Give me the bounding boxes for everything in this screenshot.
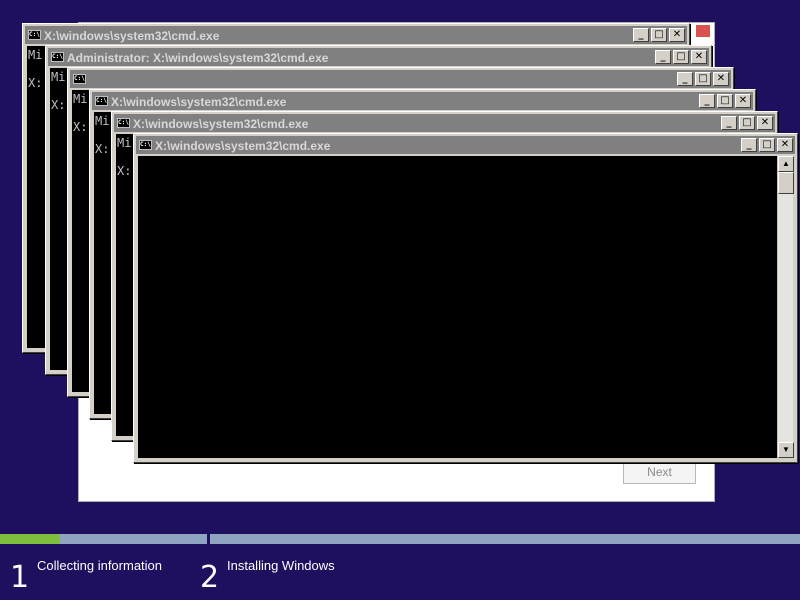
titlebar[interactable]: C:\ X:\windows\system32\cmd.exe _ □ ✕ (136, 136, 795, 154)
scroll-down-icon[interactable]: ▼ (778, 442, 794, 458)
maximize-button[interactable]: □ (651, 28, 667, 42)
titlebar[interactable]: C:\ _ □ ✕ (70, 70, 731, 88)
setup-close-button[interactable] (696, 25, 710, 37)
window-title: X:\windows\system32\cmd.exe (155, 138, 331, 153)
next-button[interactable]: Next (623, 461, 696, 484)
minimize-button[interactable]: _ (633, 28, 649, 42)
titlebar[interactable]: C:\ Administrator: X:\windows\system32\cm… (48, 48, 709, 66)
step-1-number: 1 (10, 560, 30, 595)
titlebar[interactable]: C:\ X:\windows\system32\cmd.exe _ □ ✕ (92, 92, 753, 110)
vertical-scrollbar[interactable]: ▲ ▼ (777, 156, 794, 458)
progress-fill (0, 534, 61, 544)
progress-segment-2 (210, 534, 800, 544)
close-button[interactable]: ✕ (669, 28, 685, 42)
scroll-thumb[interactable] (778, 172, 794, 194)
cmd-icon: C:\ (73, 73, 86, 84)
window-title: X:\windows\system32\cmd.exe (111, 94, 287, 109)
cmd-icon: C:\ (117, 117, 130, 128)
setup-progress (0, 534, 800, 544)
titlebar[interactable]: C:\ X:\windows\system32\cmd.exe _ □ ✕ (114, 114, 775, 132)
progress-segment-1 (0, 534, 207, 544)
minimize-button[interactable]: _ (655, 50, 671, 64)
close-button[interactable]: ✕ (735, 94, 751, 108)
maximize-button[interactable]: □ (739, 116, 755, 130)
window-title: X:\windows\system32\cmd.exe (133, 116, 309, 131)
minimize-button[interactable]: _ (677, 72, 693, 86)
titlebar[interactable]: C:\ X:\windows\system32\cmd.exe _ □ ✕ (25, 26, 687, 44)
cmd-icon: C:\ (139, 139, 152, 150)
cmd-window-6[interactable]: C:\ X:\windows\system32\cmd.exe _ □ ✕ ▲ ▼ (133, 133, 798, 463)
cmd-icon: C:\ (51, 51, 64, 62)
window-title: Administrator: X:\windows\system32\cmd.e… (67, 50, 329, 65)
step-1-label: Collecting information (37, 558, 163, 573)
step-2-label: Installing Windows (227, 558, 335, 573)
cmd-icon: C:\ (28, 29, 41, 40)
close-button[interactable]: ✕ (757, 116, 773, 130)
close-button[interactable]: ✕ (777, 138, 793, 152)
close-button[interactable]: ✕ (713, 72, 729, 86)
window-title: X:\windows\system32\cmd.exe (44, 28, 220, 43)
console-output[interactable] (138, 156, 777, 458)
close-button[interactable]: ✕ (691, 50, 707, 64)
scroll-up-icon[interactable]: ▲ (778, 156, 794, 172)
maximize-button[interactable]: □ (759, 138, 775, 152)
step-2-number: 2 (200, 560, 220, 595)
minimize-button[interactable]: _ (741, 138, 757, 152)
minimize-button[interactable]: _ (721, 116, 737, 130)
maximize-button[interactable]: □ (673, 50, 689, 64)
maximize-button[interactable]: □ (695, 72, 711, 86)
minimize-button[interactable]: _ (699, 94, 715, 108)
cmd-icon: C:\ (95, 95, 108, 106)
maximize-button[interactable]: □ (717, 94, 733, 108)
